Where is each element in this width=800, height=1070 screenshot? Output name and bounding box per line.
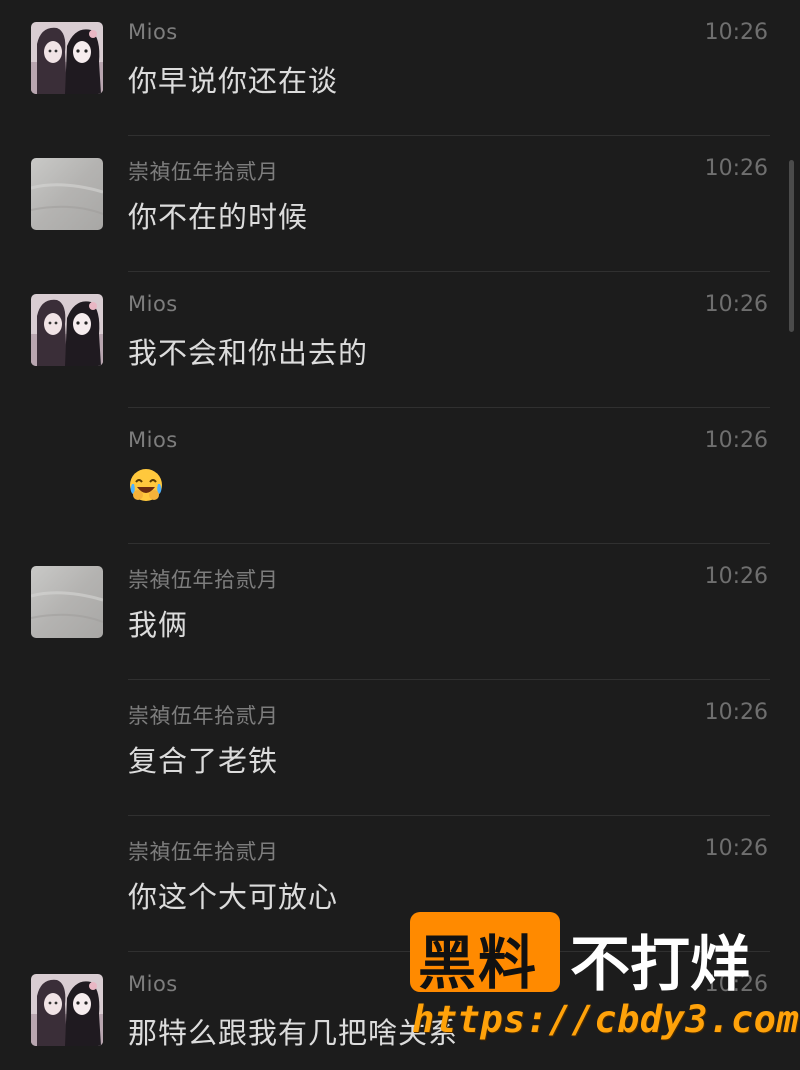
message-item[interactable]: Mios 10:26 [0, 408, 800, 544]
watermark-url: https://cbdy3.com [412, 998, 800, 1041]
watermark-brand: 黑料 [418, 929, 539, 997]
sender-name: 崇禎伍年拾贰月 [128, 840, 279, 864]
message-text[interactable]: 复合了老铁 [128, 738, 278, 780]
sender-name: 崇禎伍年拾贰月 [128, 568, 279, 592]
message-text[interactable]: 我俩 [128, 602, 188, 644]
watermark-slogan: 不打烊 [570, 930, 750, 1000]
message-time: 10:26 [704, 700, 768, 725]
message-time: 10:26 [704, 20, 768, 45]
crying-laughing-emoji [128, 467, 164, 503]
sender-name: Mios [128, 292, 178, 316]
message-item[interactable]: 崇禎伍年拾贰月 10:26 我俩 [0, 544, 800, 680]
message-text[interactable]: 你这个大可放心 [128, 874, 338, 916]
message-text[interactable]: 我不会和你出去的 [128, 330, 368, 372]
message-time: 10:26 [704, 428, 768, 453]
message-item[interactable]: 崇禎伍年拾贰月 10:26 你不在的时候 [0, 136, 800, 272]
avatar-chongzhen[interactable] [31, 566, 103, 638]
message-text[interactable]: 那特么跟我有几把啥关系 [128, 1010, 458, 1052]
avatar-chongzhen[interactable] [31, 158, 103, 230]
sender-name: Mios [128, 428, 178, 452]
avatar-mios[interactable] [31, 294, 103, 366]
message-time: 10:26 [704, 836, 768, 861]
message-text[interactable]: 你不在的时候 [128, 194, 308, 236]
message-time: 10:26 [704, 564, 768, 589]
avatar-mios[interactable] [31, 974, 103, 1046]
message-item[interactable]: Mios 10:26 你早说你还在谈 [0, 0, 800, 136]
message-time: 10:26 [704, 156, 768, 181]
sender-name: 崇禎伍年拾贰月 [128, 160, 279, 184]
message-item[interactable]: 崇禎伍年拾贰月 10:26 复合了老铁 [0, 680, 800, 816]
sender-name: Mios [128, 972, 178, 996]
avatar-mios[interactable] [31, 22, 103, 94]
sender-name: 崇禎伍年拾贰月 [128, 704, 279, 728]
message-text[interactable]: 你早说你还在谈 [128, 58, 338, 100]
message-item[interactable]: Mios 10:26 我不会和你出去的 [0, 272, 800, 408]
scrollbar[interactable] [789, 160, 794, 332]
watermark: 黑料 不打烊 https://cbdy3.com [410, 910, 799, 1060]
message-time: 10:26 [704, 292, 768, 317]
sender-name: Mios [128, 20, 178, 44]
message-emoji[interactable] [128, 466, 164, 503]
